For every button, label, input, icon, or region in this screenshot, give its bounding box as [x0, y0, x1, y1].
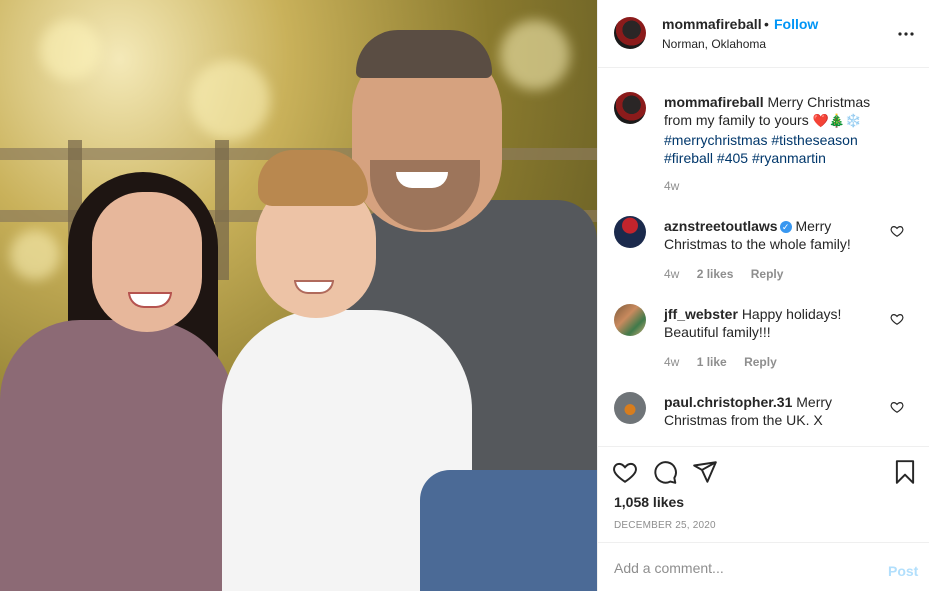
comment-text-block: paul.christopher.31 Merry Christmas from…	[664, 393, 889, 429]
instagram-post-modal: mommafireball • Follow Norman, Oklahoma …	[0, 0, 929, 591]
comment-text-block: jff_webster Happy holidays! Beautiful fa…	[664, 305, 889, 341]
caption-meta: 4w	[664, 179, 693, 193]
bokeh-light	[10, 230, 60, 280]
post-comment-button[interactable]: Post	[888, 563, 918, 579]
caption-time[interactable]: 4w	[664, 179, 679, 193]
verified-badge-icon: ✓	[779, 221, 792, 233]
like-heart-icon[interactable]	[612, 459, 638, 485]
header-username[interactable]: mommafireball	[662, 16, 762, 32]
avatar[interactable]	[614, 216, 646, 248]
post-actions: 1,058 likes DECEMBER 25, 2020	[598, 446, 929, 542]
comment-like-heart-icon[interactable]	[890, 224, 904, 238]
man-jeans	[420, 470, 597, 591]
post-header: mommafireball • Follow Norman, Oklahoma	[598, 0, 929, 68]
location-link[interactable]: Norman, Oklahoma	[662, 37, 766, 51]
comment-like-heart-icon[interactable]	[890, 312, 904, 326]
comment-icon[interactable]	[652, 459, 678, 485]
comment-likes[interactable]: 1 like	[697, 355, 727, 369]
add-comment-bar: Post	[598, 542, 929, 591]
comment-meta: 4w 2 likes Reply	[664, 267, 797, 281]
boy-hair	[258, 150, 368, 206]
post-side-panel: mommafireball • Follow Norman, Oklahoma …	[597, 0, 929, 591]
man-hair	[356, 30, 492, 78]
hashtag-link[interactable]: #tistheseason	[771, 132, 857, 148]
comment-username[interactable]: jff_webster	[664, 306, 738, 322]
add-comment-input[interactable]	[614, 557, 874, 579]
separator-dot: •	[764, 16, 769, 32]
caption-emojis: ❤️🎄❄️	[812, 114, 862, 129]
avatar[interactable]	[614, 304, 646, 336]
follow-button[interactable]: Follow	[774, 16, 818, 32]
more-options-icon[interactable]	[894, 22, 918, 46]
share-paper-plane-icon[interactable]	[692, 459, 718, 485]
save-bookmark-icon[interactable]	[892, 459, 918, 485]
hashtag-link[interactable]: #fireball	[664, 150, 713, 166]
avatar[interactable]	[614, 17, 646, 49]
comment-username[interactable]: paul.christopher.31	[664, 394, 792, 410]
comments-list[interactable]: mommafireball Merry Christmas from my fa…	[598, 68, 929, 446]
comment-username[interactable]: aznstreetoutlaws	[664, 218, 778, 234]
caption-username[interactable]: mommafireball	[664, 94, 764, 110]
woman-face	[92, 192, 202, 332]
likes-count[interactable]: 1,058 likes	[614, 494, 684, 510]
avatar[interactable]	[614, 92, 646, 124]
comment-time[interactable]: 4w	[664, 267, 679, 281]
bokeh-light	[190, 60, 270, 140]
hashtag-link[interactable]: #merrychristmas	[664, 132, 767, 148]
hashtag-link[interactable]: #ryanmartin	[752, 150, 826, 166]
avatar[interactable]	[614, 392, 646, 424]
comment-like-heart-icon[interactable]	[890, 400, 904, 414]
comment-likes[interactable]: 2 likes	[697, 267, 734, 281]
comment-time[interactable]: 4w	[664, 355, 679, 369]
reply-button[interactable]: Reply	[744, 355, 777, 369]
caption-text-block: mommafireball Merry Christmas from my fa…	[664, 93, 889, 167]
man-smile	[396, 172, 448, 188]
comment-meta: 4w 1 like Reply	[664, 355, 791, 369]
bokeh-light	[500, 20, 570, 90]
reply-button[interactable]: Reply	[751, 267, 784, 281]
comment-text-block: aznstreetoutlaws ✓ Merry Christmas to the…	[664, 217, 889, 253]
woman-body	[0, 320, 235, 591]
hashtag-link[interactable]: #405	[717, 150, 748, 166]
post-photo[interactable]	[0, 0, 597, 591]
bokeh-light	[40, 20, 100, 80]
post-date[interactable]: DECEMBER 25, 2020	[614, 520, 716, 531]
